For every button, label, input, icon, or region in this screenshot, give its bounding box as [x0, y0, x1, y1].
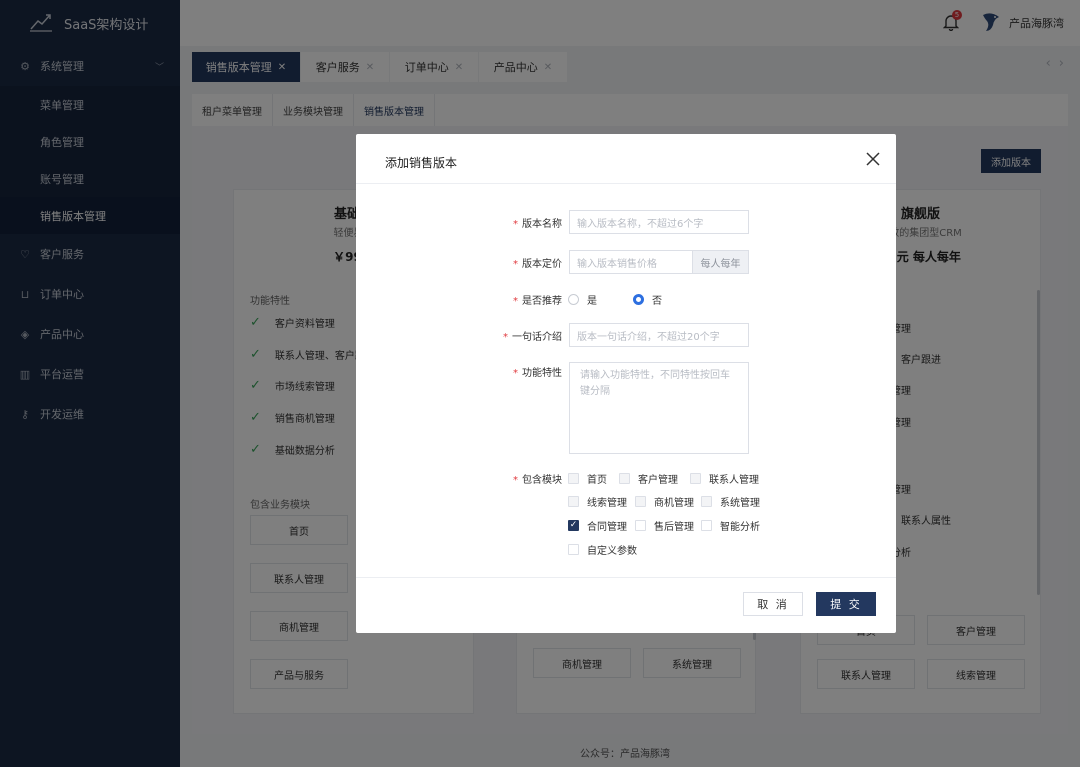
checkbox-label: 自定义参数 — [587, 546, 637, 557]
module-checkbox-contacts[interactable]: 联系人管理 — [690, 471, 759, 486]
required-mark: * — [513, 475, 518, 486]
module-checkbox-analytics[interactable]: 智能分析 — [701, 518, 760, 533]
label-text: 包含模块 — [522, 475, 562, 486]
checkbox-label: 商机管理 — [654, 498, 694, 509]
features-textarea[interactable]: 请输入功能特性，不同特性按回车键分隔 — [569, 362, 749, 454]
required-mark: * — [503, 332, 508, 343]
field-label-name: * 版本名称 — [513, 215, 562, 230]
radio-circle — [568, 294, 579, 305]
checkbox-label: 系统管理 — [720, 498, 760, 509]
checkbox-box — [568, 473, 579, 484]
radio-label: 否 — [652, 296, 662, 307]
version-name-input[interactable]: 输入版本名称，不超过6个字 — [569, 210, 749, 234]
dialog-divider — [356, 577, 896, 578]
checkbox-label: 客户管理 — [638, 475, 678, 486]
radio-label: 是 — [587, 296, 597, 307]
version-price-input[interactable]: 输入版本销售价格 — [569, 250, 693, 274]
checkbox-box — [701, 496, 712, 507]
module-checkbox-system[interactable]: 系统管理 — [701, 494, 760, 509]
required-mark: * — [513, 368, 518, 379]
dialog-title: 添加销售版本 — [385, 156, 458, 170]
recommend-radio-yes[interactable]: 是 — [568, 292, 597, 307]
checkbox-label: 智能分析 — [720, 522, 760, 533]
module-checkbox-contracts[interactable]: ✓ 合同管理 — [568, 518, 627, 533]
checkbox-box — [690, 473, 701, 484]
checkbox-label: 合同管理 — [587, 522, 627, 533]
field-label-recommend: * 是否推荐 — [513, 292, 562, 307]
checkbox-checked-icon: ✓ — [568, 520, 579, 531]
label-text: 版本定价 — [522, 259, 562, 270]
required-mark: * — [513, 219, 518, 230]
intro-input[interactable]: 版本一句话介绍，不超过20个字 — [569, 323, 749, 347]
label-text: 版本名称 — [522, 219, 562, 230]
checkbox-box — [568, 544, 579, 555]
checkbox-label: 首页 — [587, 475, 607, 486]
radio-circle-selected — [633, 294, 644, 305]
module-checkbox-custom-params[interactable]: 自定义参数 — [568, 542, 637, 557]
submit-button[interactable]: 提 交 — [816, 592, 876, 616]
price-unit-suffix: 每人每年 — [692, 250, 749, 274]
checkbox-box — [701, 520, 712, 531]
field-label-modules: * 包含模块 — [513, 471, 562, 486]
checkbox-box — [635, 496, 646, 507]
checkbox-label: 联系人管理 — [709, 475, 759, 486]
module-checkbox-aftersales[interactable]: 售后管理 — [635, 518, 694, 533]
recommend-radio-no[interactable]: 否 — [633, 292, 662, 307]
cancel-button[interactable]: 取 消 — [743, 592, 803, 616]
add-version-dialog: 添加销售版本 * 版本名称 输入版本名称，不超过6个字 * 版本定价 输入版本销售价… — [356, 134, 896, 633]
required-mark: * — [513, 296, 518, 307]
checkbox-box — [635, 520, 646, 531]
checkbox-box — [568, 496, 579, 507]
label-text: 一句话介绍 — [512, 332, 562, 343]
module-checkbox-customer[interactable]: 客户管理 — [619, 471, 678, 486]
dialog-divider — [356, 183, 896, 184]
module-checkbox-opportunities[interactable]: 商机管理 — [635, 494, 694, 509]
label-text: 是否推荐 — [522, 296, 562, 307]
module-checkbox-leads[interactable]: 线索管理 — [568, 494, 627, 509]
field-label-intro: * 一句话介绍 — [503, 328, 562, 343]
field-label-features: * 功能特性 — [513, 364, 562, 379]
checkbox-label: 线索管理 — [587, 498, 627, 509]
label-text: 功能特性 — [522, 368, 562, 379]
module-checkbox-home[interactable]: 首页 — [568, 471, 607, 486]
checkbox-box — [619, 473, 630, 484]
required-mark: * — [513, 259, 518, 270]
field-label-price: * 版本定价 — [513, 255, 562, 270]
checkbox-label: 售后管理 — [654, 522, 694, 533]
close-icon[interactable] — [866, 152, 880, 166]
